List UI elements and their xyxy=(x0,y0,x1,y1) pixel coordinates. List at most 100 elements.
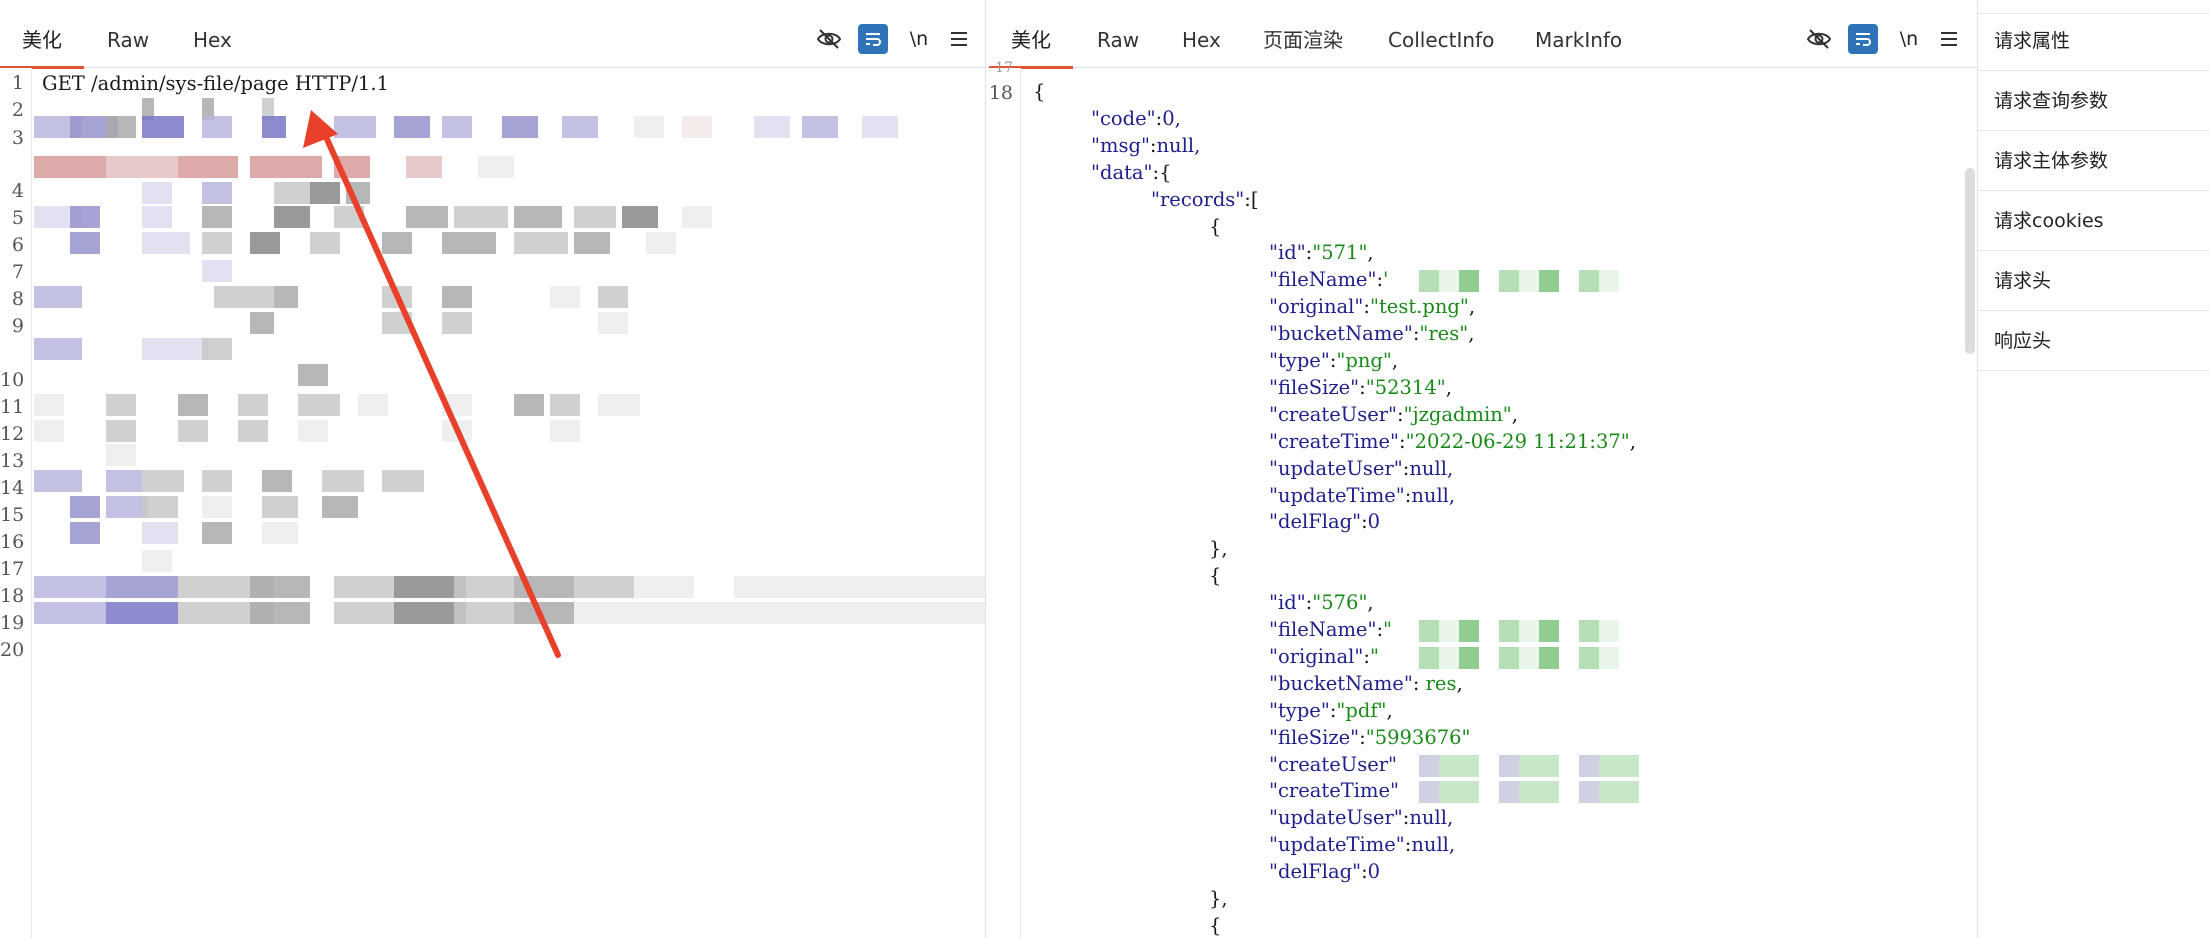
vertical-scrollbar[interactable] xyxy=(1965,168,1975,354)
blurred-block xyxy=(262,496,298,518)
word-wrap-icon[interactable] xyxy=(858,24,888,54)
json-key: "type" xyxy=(1269,349,1330,372)
json-punctuation: }, xyxy=(1209,887,1228,910)
blurred-block xyxy=(238,394,268,416)
menu-icon[interactable] xyxy=(944,24,974,54)
menu-icon[interactable] xyxy=(1934,24,1964,54)
blurred-block xyxy=(574,232,610,254)
newline-toggle[interactable]: \n xyxy=(1894,24,1924,54)
json-punctuation: , xyxy=(1456,671,1463,695)
blurred-block xyxy=(562,116,598,138)
word-wrap-icon[interactable] xyxy=(1848,24,1878,54)
blurred-block xyxy=(406,156,442,178)
blurred-block xyxy=(574,602,634,624)
blurred-block xyxy=(634,116,664,138)
line-number: 4 xyxy=(11,180,24,202)
blurred-block xyxy=(598,286,628,308)
json-punctuation: , xyxy=(1391,349,1399,372)
blurred-value xyxy=(1419,270,1619,293)
json-value: "2022-06-29 11:21:37" xyxy=(1405,429,1630,453)
json-punctuation: : xyxy=(1149,133,1157,157)
json-punctuation: , xyxy=(1468,295,1476,319)
blurred-block xyxy=(298,394,340,416)
tab-hex[interactable]: Hex xyxy=(1182,0,1221,68)
side-item-cookies[interactable]: 请求cookies xyxy=(1978,191,2209,251)
newline-toggle[interactable]: \n xyxy=(904,24,934,54)
blurred-block xyxy=(34,394,64,416)
line-number: 13 xyxy=(0,450,25,472)
blurred-block xyxy=(106,116,136,138)
json-value: "571" xyxy=(1312,241,1368,265)
json-line: "createTime":"2022-06-29 11:21:37", xyxy=(1269,430,1636,453)
blurred-block xyxy=(142,182,172,204)
hide-eye-icon[interactable] xyxy=(814,24,844,54)
hide-eye-icon[interactable] xyxy=(1804,24,1834,54)
json-key: "fileName" xyxy=(1269,268,1377,292)
json-line: "updateUser":null, xyxy=(1269,457,1453,480)
blurred-block xyxy=(34,420,64,442)
blurred-block xyxy=(358,394,388,416)
blurred-block xyxy=(322,470,364,492)
json-value: "res" xyxy=(1419,322,1469,346)
blurred-block xyxy=(310,232,340,254)
tab-pretty[interactable]: 美化 xyxy=(989,0,1073,69)
blurred-block xyxy=(262,116,286,138)
tab-markinfo[interactable]: MarkInfo xyxy=(1535,0,1622,68)
json-key: "delFlag" xyxy=(1269,510,1362,534)
blurred-block xyxy=(70,496,100,518)
tab-pretty[interactable]: 美化 xyxy=(0,0,84,69)
json-line: "updateUser":null, xyxy=(1269,806,1453,829)
json-punctuation: : xyxy=(1244,187,1251,211)
blurred-block xyxy=(142,116,184,138)
json-punctuation: [ xyxy=(1250,187,1259,211)
blurred-block xyxy=(298,364,328,386)
blurred-block xyxy=(334,206,364,228)
blurred-block xyxy=(178,420,208,442)
line-number: 17 xyxy=(995,60,1013,76)
blurred-block xyxy=(442,286,472,308)
side-item-body-params[interactable]: 请求主体参数 xyxy=(1978,131,2209,191)
line-number: 16 xyxy=(0,531,25,553)
json-key: "id" xyxy=(1269,241,1306,265)
json-key: "createUser" xyxy=(1269,752,1398,776)
blurred-block xyxy=(442,420,472,442)
tab-collectinfo[interactable]: CollectInfo xyxy=(1388,0,1494,68)
side-item-query-params[interactable]: 请求查询参数 xyxy=(1978,71,2209,131)
line-number: 9 xyxy=(11,315,24,337)
blurred-block xyxy=(734,576,985,598)
side-item-request-headers[interactable]: 请求头 xyxy=(1978,251,2209,311)
request-tab-bar: 美化 Raw Hex \n xyxy=(0,0,985,69)
blurred-block xyxy=(454,602,514,624)
blurred-block xyxy=(346,182,370,204)
blurred-block xyxy=(622,206,658,228)
blurred-block xyxy=(106,444,136,466)
blurred-block xyxy=(202,260,232,282)
json-punctuation: : xyxy=(1359,725,1366,749)
blurred-block xyxy=(514,576,574,598)
side-item-response-headers[interactable]: 响应头 xyxy=(1978,311,2209,371)
json-key: "updateTime" xyxy=(1269,483,1405,507)
tab-page-render[interactable]: 页面渲染 xyxy=(1263,0,1343,68)
json-punctuation: : xyxy=(1363,644,1370,668)
blurred-block xyxy=(382,312,412,334)
json-key: "fileSize" xyxy=(1269,725,1360,749)
json-punctuation: : xyxy=(1397,402,1404,426)
line-number: 3 xyxy=(11,127,24,149)
json-key: "type" xyxy=(1269,698,1330,722)
json-value: "test.png" xyxy=(1369,295,1469,319)
line-number: 15 xyxy=(0,504,25,526)
json-line: "id":"576", xyxy=(1269,591,1374,614)
side-item-request-attributes[interactable]: 请求属性 xyxy=(1978,11,2209,71)
tab-raw[interactable]: Raw xyxy=(107,0,149,68)
blurred-block xyxy=(142,522,178,544)
blurred-block xyxy=(238,420,268,442)
json-value: "5993676" xyxy=(1365,725,1471,749)
blurred-block xyxy=(274,286,298,308)
json-punctuation: , xyxy=(1445,375,1452,399)
tab-hex[interactable]: Hex xyxy=(193,0,232,68)
blurred-block xyxy=(634,576,694,598)
blurred-block xyxy=(106,394,136,416)
json-punctuation: { xyxy=(1033,80,1046,103)
json-value: res xyxy=(1425,671,1457,695)
tab-raw[interactable]: Raw xyxy=(1097,0,1139,68)
